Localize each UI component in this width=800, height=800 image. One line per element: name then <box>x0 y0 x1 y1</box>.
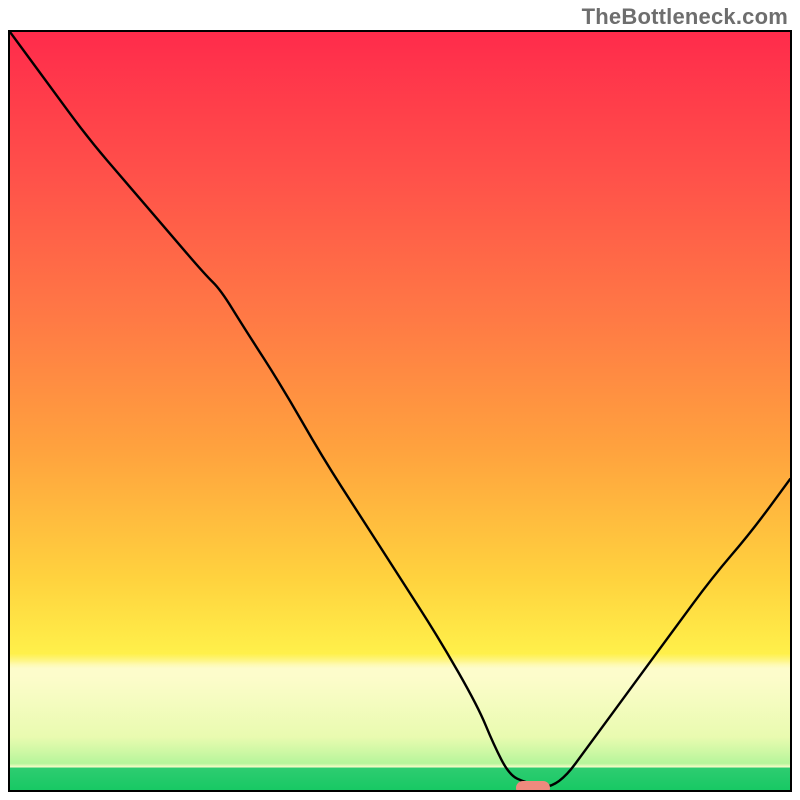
curve-svg <box>10 32 790 790</box>
minimum-marker <box>516 781 550 792</box>
plot-area <box>8 30 792 792</box>
chart-container: TheBottleneck.com <box>0 0 800 800</box>
bottleneck-curve <box>10 32 790 787</box>
watermark-text: TheBottleneck.com <box>582 4 788 30</box>
